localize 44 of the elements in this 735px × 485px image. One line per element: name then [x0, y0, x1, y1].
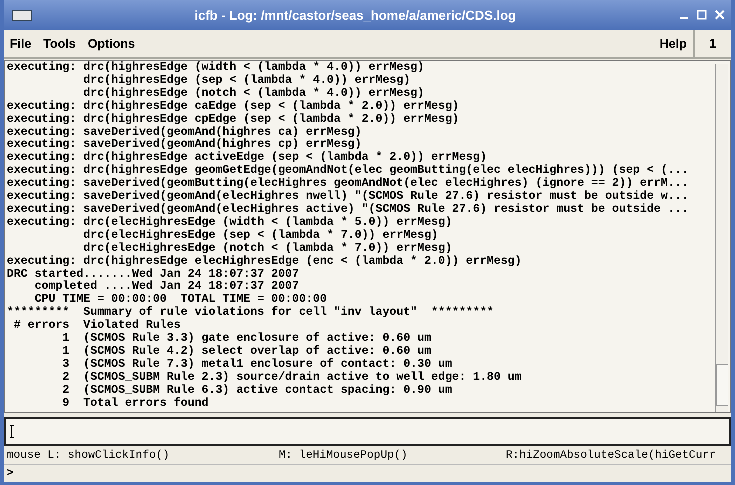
log-line: drc(highresEdge (notch < (lambda * 4.0)) errMesg): [82, 88, 424, 100]
log-line: drc(elecHighresEdge (sep < (lambda * 7.0)) errMesg): [82, 230, 438, 242]
log-line: executing: saveDerived(geomAnd(highres ca) errMesg): [7, 126, 362, 139]
log-line: ********* Summary of rule violations for cell "inv layout" *********: [7, 307, 494, 320]
mouse-binding: mouse L: showClickInfo(): [6, 450, 171, 462]
log-line: executing: drc(highresEdge cpEdge (sep < (lambda * 2.0)) errMesg): [7, 114, 460, 126]
log-line: executing: drc(highresEdge activeEdge (sep < (lambda * 2.0)) errMesg): [7, 152, 488, 164]
text-cursor-icon: [10, 425, 14, 438]
prompt: >: [7, 468, 14, 480]
log-line: executing: saveDerived(geomAnd(highres cp) errMesg): [7, 139, 362, 152]
window-title: icfb - Log: /mnt/castor/seas_home/a/americ/CDS.log: [194, 8, 518, 22]
log-line: 3 (SCMOS Rule 7.3) metal1 enclosure of contact: 0.30 um: [62, 358, 452, 372]
log-line: executing: saveDerived(geomButting(elecHighres geomAndNot(elec elecHighres) (ignore == 2)) errM...: [7, 178, 689, 190]
log-line: 1 (SCMOS Rule 3.3) gate enclosure of active: 0.60 um: [62, 333, 432, 346]
mouse-binding: R:hiZoomAbsoluteScale(hiGetCurr: [506, 450, 716, 462]
log-line: executing: drc(highresEdge geomGetEdge(geomAndNot(elec geomButting(elec elecHighres))) (sep < (...: [7, 165, 689, 178]
log-line: executing: drc(highresEdge caEdge (sep < (lambda * 2.0)) errMesg): [7, 100, 460, 114]
log-line: # errors Violated Rules: [12, 320, 181, 332]
log-line: executing: drc(elecHighresEdge (width < (lambda * 5.0)) errMesg): [7, 216, 452, 230]
window-number: 1: [693, 30, 731, 57]
log-line: drc(highresEdge (sep < (lambda * 4.0)) errMesg): [82, 74, 411, 88]
help-menu[interactable]: Help: [654, 36, 693, 50]
log-line: executing: drc(highresEdge (width < (lambda * 4.0)) errMesg): [7, 62, 424, 74]
log-line: 2 (SCMOS_SUBM Rule 2.3) source/drain active to well edge: 1.80 um: [62, 372, 522, 384]
log-line: drc(elecHighresEdge (notch < (lambda * 7.0)) errMesg): [82, 242, 452, 256]
maximize-icon[interactable]: [697, 10, 707, 20]
window-menu-icon[interactable]: [12, 10, 32, 20]
menu-item[interactable]: File: [4, 36, 38, 50]
close-icon[interactable]: [715, 10, 725, 20]
log-line: CPU TIME = 00:00:00 TOTAL TIME = 00:00:00: [34, 294, 328, 306]
log-line: executing: drc(highresEdge elecHighresEdge (enc < (lambda * 2.0)) errMesg): [7, 256, 522, 268]
log-line: completed ....Wed Jan 24 18:07:37 2007: [34, 281, 300, 294]
log-line: DRC started.......Wed Jan 24 18:07:37 2007: [7, 268, 300, 280]
log-line: executing: saveDerived(geomAnd(elecHighres nwell) "(SCMOS Rule 27.6) resistor must be outside w...: [7, 191, 689, 204]
mouse-binding: M: leHiMousePopUp(): [279, 450, 409, 462]
log-line: 1 (SCMOS Rule 4.2) select overlap of active: 0.60 um: [62, 346, 432, 358]
log-line: 9 Total errors found: [62, 398, 209, 410]
log-line: executing: saveDerived(geomAnd(elecHighres active) "(SCMOS Rule 27.6) resistor must be outside ...: [7, 204, 689, 216]
menu-item[interactable]: Tools: [38, 36, 82, 50]
scrollbar[interactable]: [715, 64, 728, 412]
command-input[interactable]: [4, 417, 731, 446]
log-line: 2 (SCMOS_SUBM Rule 6.3) active contact spacing: 0.90 um: [62, 384, 452, 397]
scroll-thumb[interactable]: [716, 364, 728, 406]
menu-item[interactable]: Options: [82, 36, 142, 50]
